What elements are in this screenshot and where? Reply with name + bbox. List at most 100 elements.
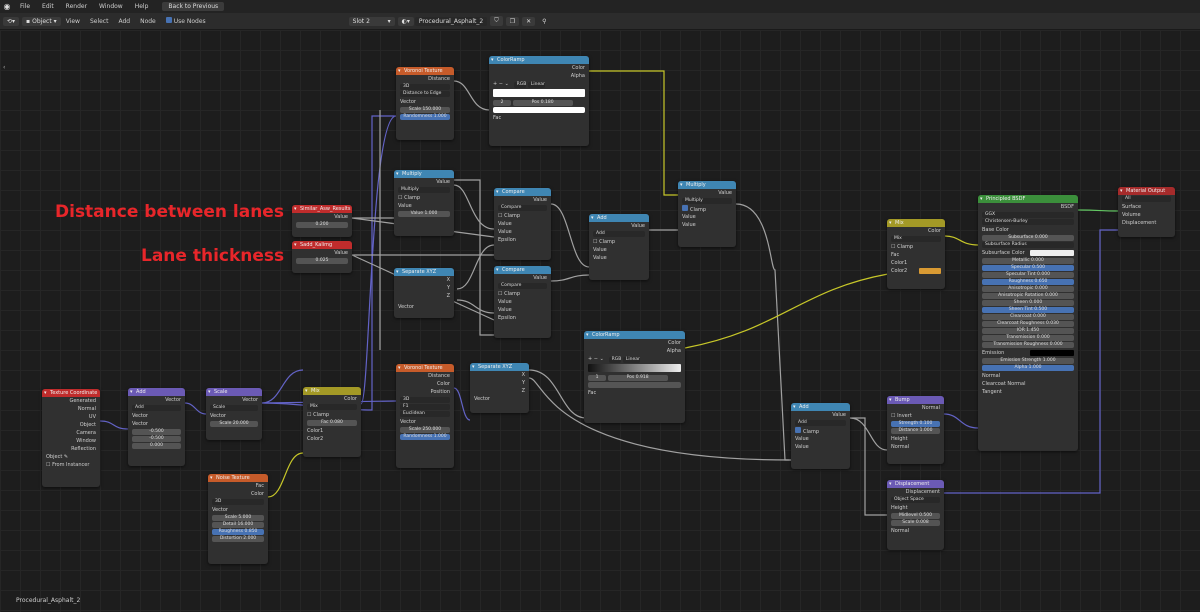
fake-user-button[interactable]: ⛉ bbox=[490, 16, 503, 26]
operation-dropdown[interactable]: Multiply bbox=[398, 187, 450, 193]
menu-select[interactable]: Select bbox=[85, 18, 114, 25]
node-header[interactable]: Scale bbox=[206, 388, 262, 396]
operation-dropdown[interactable]: Compare bbox=[498, 283, 547, 289]
node-header[interactable]: Multiply bbox=[394, 170, 454, 178]
operation-dropdown[interactable]: Add bbox=[593, 231, 645, 237]
menu-file[interactable]: File bbox=[14, 3, 36, 10]
object-field[interactable]: Object ✎ bbox=[42, 453, 100, 461]
node-math-compare[interactable]: Compare Value Compare ☐ Clamp Value Valu… bbox=[494, 266, 551, 338]
clearcoat-roughness-field[interactable]: Clearcoat Roughness 0.030 bbox=[982, 321, 1074, 327]
stop-index-field[interactable]: 2 bbox=[493, 100, 511, 106]
invert-checkbox[interactable]: ☐ Invert bbox=[887, 412, 944, 420]
scale-field[interactable]: Scale 150.000 bbox=[400, 107, 450, 113]
clamp-checkbox[interactable]: ☐ Clamp bbox=[394, 194, 454, 202]
stop-color-swatch[interactable] bbox=[588, 382, 681, 388]
node-header[interactable]: Displacement bbox=[887, 480, 944, 488]
node-texture-coordinate[interactable]: Texture Coordinate Generated Normal UV O… bbox=[42, 389, 100, 487]
stop-position-field[interactable]: Pos 0.918 bbox=[607, 375, 668, 381]
node-colorramp[interactable]: ColorRamp Color Alpha + − ⌄ RGB Linear 1… bbox=[584, 331, 685, 423]
scale-field[interactable]: Scale 5.000 bbox=[212, 515, 264, 521]
node-math-compare[interactable]: Compare Value Compare ☐ Clamp Value Valu… bbox=[494, 188, 551, 260]
color-ramp-gradient[interactable] bbox=[493, 89, 585, 97]
menu-add[interactable]: Add bbox=[113, 18, 135, 25]
operation-dropdown[interactable]: Multiply bbox=[682, 198, 732, 204]
scale-field[interactable]: Scale 20.000 bbox=[210, 421, 258, 427]
pin-button[interactable]: ⚲ bbox=[538, 17, 550, 26]
material-browse-button[interactable]: ◐▾ bbox=[397, 16, 414, 26]
interpolation-dropdown[interactable]: Linear bbox=[527, 82, 545, 88]
metallic-field[interactable]: Metallic 0.000 bbox=[982, 258, 1074, 264]
node-header[interactable]: Principled BSDF bbox=[978, 195, 1078, 203]
node-voronoi-texture[interactable]: Voronoi Texture Distance Color Position … bbox=[396, 364, 454, 468]
node-header[interactable]: Noise Texture bbox=[208, 474, 268, 482]
strength-slider[interactable]: Strength 0.100 bbox=[891, 421, 940, 427]
node-math-add[interactable]: Add Value Add ☐ Clamp Value Value bbox=[589, 214, 649, 280]
node-header[interactable]: Separate XYZ bbox=[394, 268, 454, 276]
dimensions-dropdown[interactable]: 3D bbox=[212, 499, 264, 505]
node-header[interactable]: Compare bbox=[494, 188, 551, 196]
unlink-material-button[interactable]: ✕ bbox=[522, 16, 536, 26]
emission-color-swatch[interactable] bbox=[1030, 350, 1074, 356]
operation-dropdown[interactable]: Compare bbox=[498, 205, 547, 211]
use-nodes-checkbox[interactable]: Use Nodes bbox=[161, 17, 211, 25]
feature-dropdown[interactable]: F1 bbox=[400, 404, 450, 410]
distribution-dropdown[interactable]: GGX bbox=[982, 212, 1074, 218]
node-header[interactable]: Mix bbox=[303, 387, 361, 395]
node-header[interactable]: Bump bbox=[887, 396, 944, 404]
subsurface-method-dropdown[interactable]: Christensen-Burley bbox=[982, 219, 1074, 225]
sheen-field[interactable]: Sheen 0.000 bbox=[982, 300, 1074, 306]
node-value-lane-thickness[interactable]: Sadd_Kalimg Value 0.025 bbox=[292, 241, 352, 273]
stop-index-field[interactable]: 1 bbox=[588, 375, 606, 381]
remove-stop-icon[interactable]: − bbox=[499, 81, 503, 87]
menu-edit[interactable]: Edit bbox=[36, 3, 60, 10]
remove-stop-icon[interactable]: − bbox=[594, 356, 598, 362]
node-math-multiply[interactable]: Multiply Value Multiply Clamp Value Valu… bbox=[678, 181, 736, 247]
menu-window[interactable]: Window bbox=[93, 3, 129, 10]
node-principled-bsdf[interactable]: Principled BSDF BSDF GGX Christensen-Bur… bbox=[978, 195, 1078, 451]
scale-field[interactable]: Scale 250.000 bbox=[400, 427, 450, 433]
menu-render[interactable]: Render bbox=[60, 3, 93, 10]
node-material-output[interactable]: Material Output All Surface Volume Displ… bbox=[1118, 187, 1175, 237]
color2-swatch[interactable] bbox=[919, 268, 941, 274]
clamp-checkbox[interactable]: ☐ Clamp bbox=[494, 290, 551, 298]
clamp-checkbox[interactable]: Clamp bbox=[791, 427, 850, 435]
node-header[interactable]: Separate XYZ bbox=[470, 363, 529, 371]
from-instancer-checkbox[interactable]: ☐ From Instancer bbox=[42, 461, 100, 469]
node-math-multiply[interactable]: Multiply Value Multiply ☐ Clamp Value Va… bbox=[394, 170, 454, 236]
clamp-checkbox[interactable]: ☐ Clamp bbox=[303, 411, 361, 419]
interpolation-dropdown[interactable]: Linear bbox=[622, 357, 640, 363]
color-mode-dropdown[interactable]: RGB bbox=[513, 82, 527, 88]
node-value-lane-distance[interactable]: Similar_Asw_Results Value 0.200 bbox=[292, 205, 352, 237]
transmission-field[interactable]: Transmission 0.000 bbox=[982, 335, 1074, 341]
midlevel-field[interactable]: Midlevel 0.500 bbox=[891, 513, 940, 519]
scale-field[interactable]: Scale 0.008 bbox=[891, 520, 940, 526]
dimensions-dropdown[interactable]: 3D bbox=[400, 397, 450, 403]
node-colorramp[interactable]: ColorRamp Color Alpha + − ⌄ RGB Linear 2… bbox=[489, 56, 589, 146]
roughness-slider[interactable]: Roughness 0.850 bbox=[212, 529, 264, 535]
node-header[interactable]: Add bbox=[791, 403, 850, 411]
distance-field[interactable]: Distance 1.000 bbox=[891, 428, 940, 434]
node-header[interactable]: Mix bbox=[887, 219, 945, 227]
node-header[interactable]: Add bbox=[128, 388, 185, 396]
clearcoat-field[interactable]: Clearcoat 0.000 bbox=[982, 314, 1074, 320]
color-mode-dropdown[interactable]: RGB bbox=[608, 357, 622, 363]
ior-field[interactable]: IOR 1.450 bbox=[982, 328, 1074, 334]
duplicate-material-button[interactable]: ❐ bbox=[505, 16, 520, 26]
specular-slider[interactable]: Specular 0.500 bbox=[982, 265, 1074, 271]
randomness-slider[interactable]: Randomness 1.000 bbox=[400, 434, 450, 440]
node-header[interactable]: ColorRamp bbox=[584, 331, 685, 339]
node-displacement[interactable]: Displacement Displacement Object Space H… bbox=[887, 480, 944, 550]
node-editor-canvas[interactable]: ‹ Texture Coordinate Gen bbox=[0, 30, 1200, 612]
transmission-roughness-field[interactable]: Transmission Roughness 0.000 bbox=[982, 342, 1074, 348]
node-header[interactable]: ColorRamp bbox=[489, 56, 589, 64]
operation-dropdown[interactable]: Scale bbox=[210, 405, 258, 411]
node-header[interactable]: Voronoi Texture bbox=[396, 67, 454, 75]
subsurface-radius-dropdown[interactable]: Subsurface Radius bbox=[982, 242, 1074, 248]
fac-field[interactable]: Fac 0.080 bbox=[307, 420, 357, 426]
node-header[interactable]: Similar_Asw_Results bbox=[292, 205, 352, 213]
blender-logo-icon[interactable]: ◉ bbox=[0, 2, 14, 11]
node-header[interactable]: Voronoi Texture bbox=[396, 364, 454, 372]
add-stop-icon[interactable]: + bbox=[493, 81, 497, 87]
editor-type-button[interactable]: ⟲▾ bbox=[3, 16, 20, 26]
node-mix-rgb[interactable]: Mix Color Mix ☐ Clamp Fac 0.080 Color1 C… bbox=[303, 387, 361, 457]
